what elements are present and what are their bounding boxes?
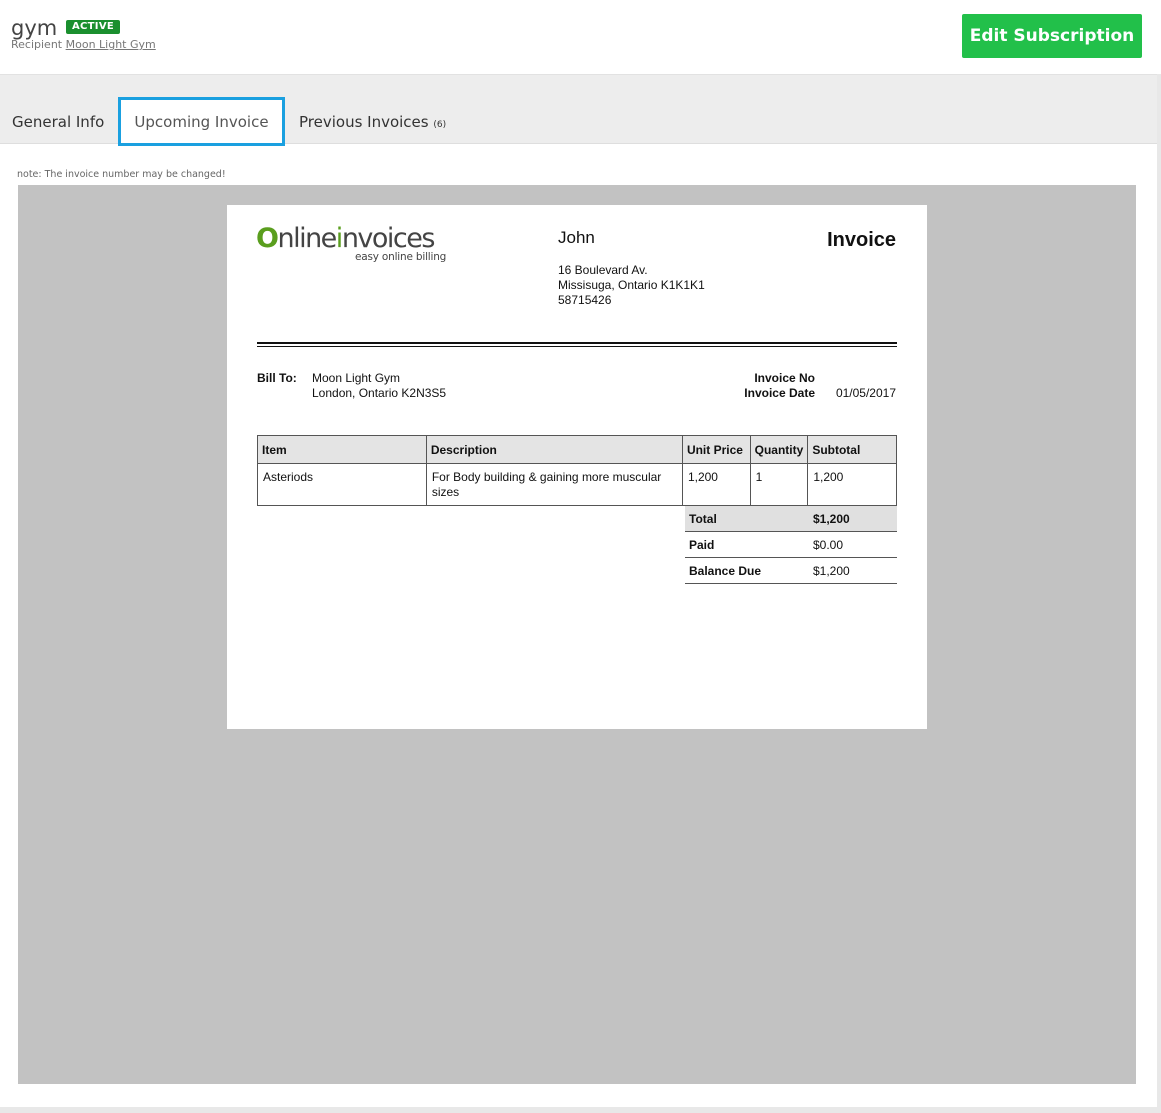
balance-row: Balance Due $1,200 [685,557,897,584]
balance-label: Balance Due [685,557,809,584]
sender-address-line1: 16 Boulevard Av. [558,263,648,277]
logo-online-text: nline [277,223,337,254]
invoice-date-value: 01/05/2017 [835,386,896,400]
recipient-label: Recipient [11,38,63,51]
sender-phone: 58715426 [558,293,612,307]
cell-quantity: 1 [749,463,809,506]
invoice-note: note: The invoice number may be changed! [17,169,226,180]
totals-table: Total $1,200 Paid $0.00 Balance Due $1,2… [685,505,897,584]
tab-previous-invoices[interactable]: Previous Invoices (6) [299,113,446,134]
divider [257,346,897,347]
col-unit-price: Unit Price [681,435,751,464]
scroll-edge [1157,74,1161,1113]
recipient-link[interactable]: Moon Light Gym [66,38,156,51]
paid-label: Paid [685,531,809,558]
col-subtotal: Subtotal [807,435,897,464]
total-label: Total [685,505,809,532]
tab-previous-count: (6) [433,120,447,130]
invoice-heading: Invoice [827,229,896,251]
invoice-page: Onlineinvoices easy online billing John … [227,205,927,729]
tab-bar: General Info Upcoming Invoice Previous I… [0,75,1157,146]
paid-value: $0.00 [809,531,897,558]
total-row: Total $1,200 [685,505,897,532]
table-row: Asteriods For Body building & gaining mo… [257,463,897,506]
recipient-line: Recipient Moon Light Gym [11,38,156,51]
line-items-table: Item Description Unit Price Quantity Sub… [257,435,897,506]
cell-subtotal: 1,200 [807,463,897,506]
sender-name: John [558,228,595,247]
table-header-row: Item Description Unit Price Quantity Sub… [257,435,897,464]
subscription-header: gym ACTIVE Recipient Moon Light Gym Edit… [0,0,1161,75]
tab-general-info[interactable]: General Info [12,113,104,131]
invoice-meta-labels: Invoice No Invoice Date [715,371,815,401]
col-description: Description [425,435,683,464]
tab-previous-label: Previous Invoices [299,113,429,131]
divider [257,342,897,344]
paid-row: Paid $0.00 [685,531,897,558]
invoice-no-label: Invoice No [754,371,815,385]
cell-description: For Body building & gaining more muscula… [425,463,683,506]
col-quantity: Quantity [749,435,809,464]
subscription-title: gym [11,16,58,40]
sender-address: 16 Boulevard Av. Missisuga, Ontario K1K1… [558,263,705,308]
bill-to-label: Bill To: [257,371,297,385]
logo-tagline: easy online billing [355,251,447,263]
online-invoices-logo: Onlineinvoices easy online billing [256,223,447,263]
sender-address-line2: Missisuga, Ontario K1K1K1 [558,278,705,292]
bill-to-city: London, Ontario K2N3S5 [312,386,447,400]
bill-to-name: Moon Light Gym [312,371,401,385]
balance-value: $1,200 [809,557,897,584]
invoice-date-label: Invoice Date [744,386,815,400]
cell-item: Asteriods [257,463,427,506]
edit-subscription-button[interactable]: Edit Subscription [962,14,1142,58]
tab-upcoming-invoice[interactable]: Upcoming Invoice [118,97,285,146]
cell-unit-price: 1,200 [681,463,751,506]
bill-to-address: Moon Light Gym London, Ontario K2N3S5 [312,371,446,401]
bottom-border [0,1107,1161,1113]
total-value: $1,200 [809,505,897,532]
status-badge: ACTIVE [66,20,120,34]
col-item: Item [257,435,427,464]
